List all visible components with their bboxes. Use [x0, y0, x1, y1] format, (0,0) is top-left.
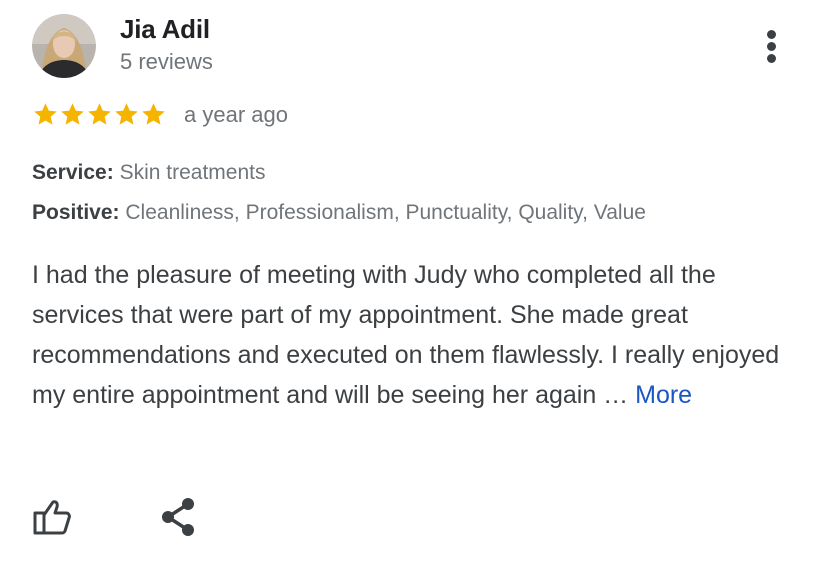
star-icon	[61, 103, 84, 125]
menu-dot	[767, 30, 776, 39]
thumbs-up-icon[interactable]	[32, 498, 76, 538]
star-rating	[32, 101, 167, 131]
service-value: Skin treatments	[119, 161, 266, 184]
star-icon	[142, 103, 165, 125]
positive-value: Cleanliness, Professionalism, Punctualit…	[125, 201, 646, 224]
star-icon	[88, 103, 111, 125]
avatar[interactable]	[32, 14, 96, 78]
more-vert-icon[interactable]	[756, 26, 788, 66]
share-icon[interactable]	[158, 496, 202, 540]
reviews-count[interactable]: 5 reviews	[120, 49, 213, 75]
review-card: Jia Adil 5 reviews a year ago Service: S…	[0, 0, 824, 579]
positive-attribute: Positive: Cleanliness, Professionalism, …	[32, 201, 646, 225]
menu-dot	[767, 42, 776, 51]
menu-dot	[767, 54, 776, 63]
star-icon	[34, 103, 57, 125]
service-attribute: Service: Skin treatments	[32, 161, 265, 185]
review-time: a year ago	[184, 102, 288, 127]
avatar-photo	[32, 14, 96, 78]
service-label: Service:	[32, 161, 114, 184]
review-text: I had the pleasure of meeting with Judy …	[32, 255, 792, 415]
reviewer-name[interactable]: Jia Adil	[120, 14, 210, 45]
positive-label: Positive:	[32, 201, 120, 224]
more-link[interactable]: More	[635, 381, 692, 409]
star-icon	[115, 103, 138, 125]
